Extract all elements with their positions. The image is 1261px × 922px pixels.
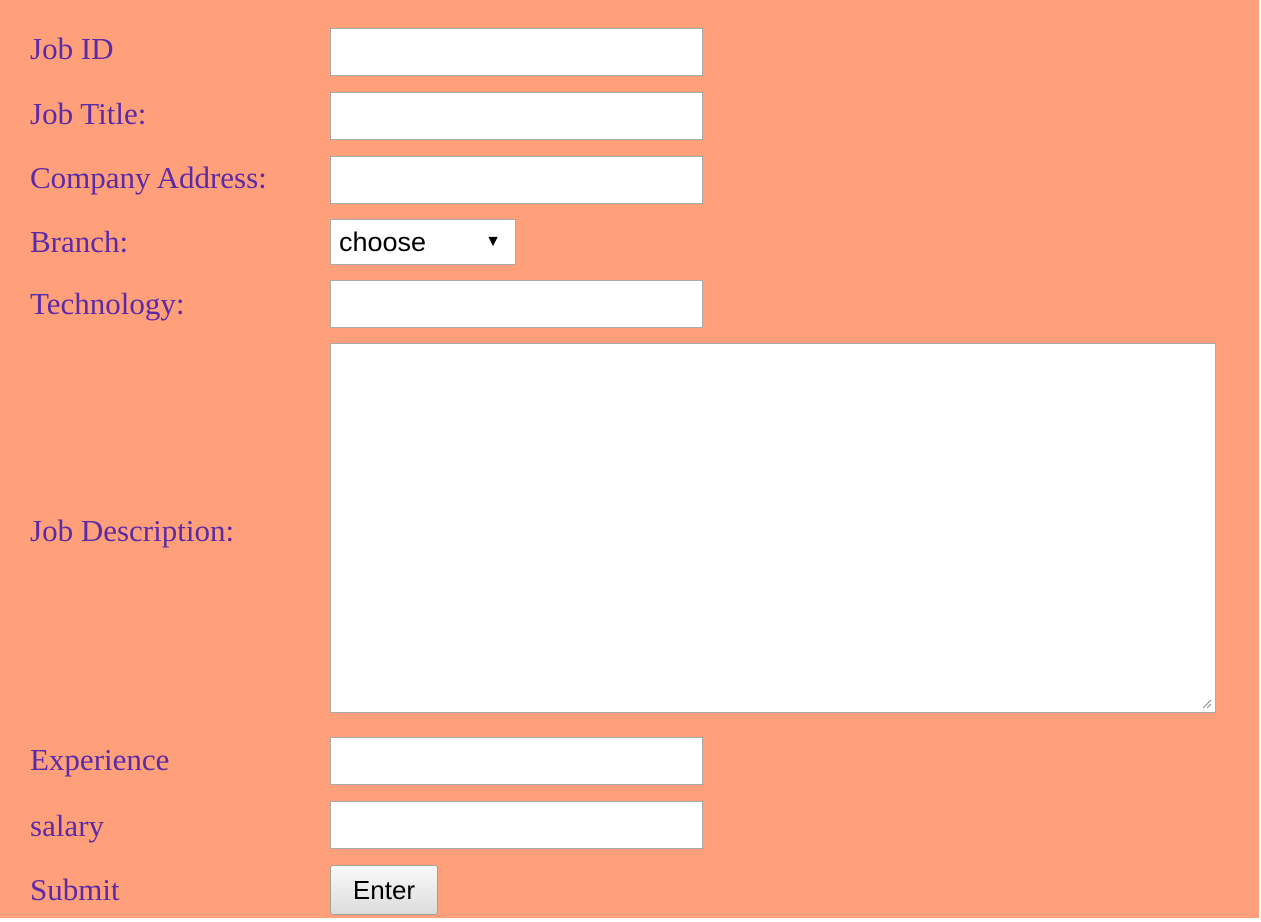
experience-label: Experience — [30, 742, 170, 777]
experience-input[interactable] — [330, 737, 703, 785]
job-description-textarea[interactable] — [330, 343, 1216, 713]
job-id-input[interactable] — [330, 28, 703, 76]
branch-label: Branch: — [30, 224, 129, 259]
branch-select[interactable]: choose ▼ — [330, 219, 516, 265]
enter-button[interactable]: Enter — [330, 865, 438, 915]
company-address-input[interactable] — [330, 156, 703, 204]
technology-input[interactable] — [330, 280, 703, 328]
job-form-page: Job ID Job Title: Company Address: Branc… — [0, 0, 1259, 918]
job-title-label: Job Title: — [30, 96, 147, 131]
technology-label: Technology: — [30, 286, 185, 321]
dropdown-arrow-icon: ▼ — [485, 233, 501, 250]
job-description-label: Job Description: — [30, 513, 235, 548]
submit-label: Submit — [30, 872, 120, 907]
company-address-label: Company Address: — [30, 160, 267, 195]
salary-label: salary — [30, 808, 105, 843]
job-title-input[interactable] — [330, 92, 703, 140]
resize-grip-icon[interactable] — [1200, 697, 1212, 709]
job-id-label: Job ID — [30, 31, 114, 66]
salary-input[interactable] — [330, 801, 703, 849]
branch-selected-value: choose — [339, 227, 427, 257]
